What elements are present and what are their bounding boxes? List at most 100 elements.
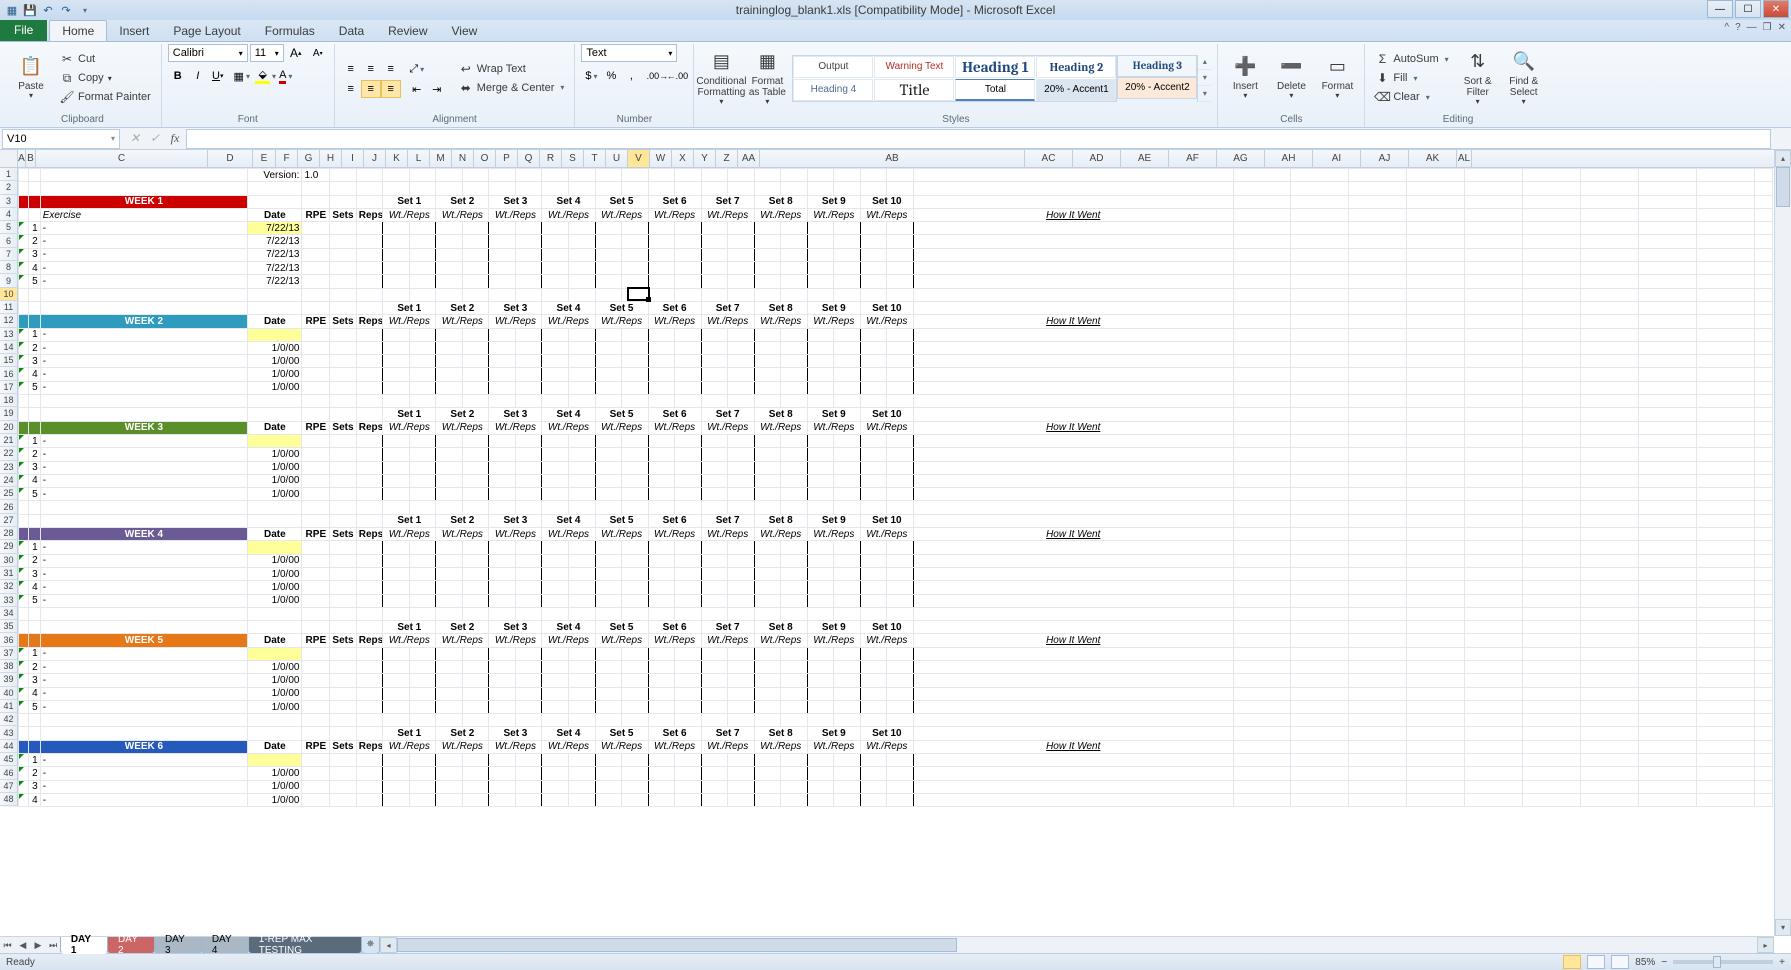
sheet-nav-last-icon[interactable]: ⏭ [46, 937, 61, 953]
row-header[interactable]: 25 [0, 487, 18, 500]
column-header[interactable]: AG [1217, 150, 1265, 167]
column-header[interactable]: AD [1073, 150, 1121, 167]
row-header[interactable]: 46 [0, 766, 18, 779]
find-select-button[interactable]: 🔍Find & Select▾ [1503, 48, 1545, 108]
tab-home[interactable]: Home [49, 20, 107, 41]
column-header[interactable]: C [36, 150, 208, 167]
scroll-up-icon[interactable]: ▴ [1775, 150, 1791, 167]
row-header[interactable]: 2 [0, 181, 18, 194]
clear-button[interactable]: ⌫Clear [1371, 88, 1452, 106]
zoom-percent[interactable]: 85% [1635, 957, 1655, 968]
row-header[interactable]: 36 [0, 633, 18, 646]
column-header[interactable]: V [628, 150, 650, 167]
accounting-format-button[interactable]: $ [581, 67, 601, 85]
style-accent2[interactable]: 20% - Accent2 [1117, 77, 1197, 99]
doc-minimize-icon[interactable]: — [1747, 22, 1757, 33]
grow-font-button[interactable]: A▴ [286, 44, 306, 62]
column-header[interactable]: B [26, 150, 36, 167]
style-warning-text[interactable]: Warning Text [874, 56, 954, 78]
column-header[interactable]: Z [716, 150, 738, 167]
sheet-nav-first-icon[interactable]: ⏮ [0, 937, 15, 953]
align-center-button[interactable]: ≡ [361, 80, 381, 98]
page-layout-view-button[interactable] [1587, 955, 1605, 969]
row-header[interactable]: 38 [0, 660, 18, 673]
style-heading-3[interactable]: Heading 3 [1117, 55, 1197, 77]
style-heading-4[interactable]: Heading 4 [793, 79, 873, 101]
column-header[interactable]: G [298, 150, 320, 167]
font-name-combo[interactable]: Calibri▾ [168, 44, 248, 62]
column-header[interactable]: T [584, 150, 606, 167]
sheet-tab[interactable]: DAY 1 [60, 937, 108, 954]
row-header[interactable]: 40 [0, 687, 18, 700]
row-header[interactable]: 10 [0, 288, 18, 301]
worksheet-grid[interactable]: ABCDEFGHIJKLMNOPQRSTUVWXYZAAABACADAEAFAG… [0, 150, 1791, 808]
name-box[interactable]: V10▾ [2, 129, 120, 149]
sheet-tab[interactable]: DAY 4 [201, 937, 249, 954]
column-header[interactable]: A [18, 150, 26, 167]
row-header[interactable]: 17 [0, 381, 18, 394]
style-output[interactable]: Output [793, 56, 873, 78]
row-header[interactable]: 29 [0, 540, 18, 553]
row-header[interactable]: 41 [0, 700, 18, 713]
tab-formulas[interactable]: Formulas [253, 21, 327, 41]
column-header[interactable]: AA [738, 150, 760, 167]
sheet-tab[interactable]: 1-REP MAX TESTING [248, 937, 362, 954]
scroll-left-icon[interactable]: ◂ [380, 937, 397, 953]
row-header[interactable]: 5 [0, 221, 18, 234]
row-header[interactable]: 31 [0, 567, 18, 580]
vertical-scrollbar[interactable]: ▴ ▾ [1774, 150, 1791, 936]
doc-restore-icon[interactable]: ❐ [1763, 22, 1772, 33]
row-header[interactable]: 13 [0, 328, 18, 341]
styles-down-icon[interactable]: ▾ [1198, 70, 1211, 86]
style-accent1[interactable]: 20% - Accent1 [1036, 79, 1116, 101]
zoom-knob[interactable] [1713, 956, 1721, 968]
sort-filter-button[interactable]: ⇅Sort & Filter▾ [1457, 48, 1499, 108]
sheet-tab[interactable]: DAY 2 [107, 937, 155, 954]
column-header[interactable]: P [496, 150, 518, 167]
font-color-button[interactable]: A [276, 67, 296, 85]
column-header[interactable]: AF [1169, 150, 1217, 167]
zoom-in-button[interactable]: + [1779, 957, 1785, 968]
column-header[interactable]: U [606, 150, 628, 167]
row-header[interactable]: 4 [0, 208, 18, 221]
row-header[interactable]: 7 [0, 248, 18, 261]
ribbon-minimize-icon[interactable]: ^ [1724, 22, 1729, 33]
column-header[interactable]: AB [760, 150, 1025, 167]
cells-area[interactable]: Version:1.0WEEK 1Set 1Set 2Set 3Set 4Set… [18, 168, 1791, 807]
row-header[interactable]: 44 [0, 740, 18, 753]
undo-icon[interactable]: ↶ [40, 2, 56, 18]
row-header[interactable]: 6 [0, 234, 18, 247]
sheet-nav-next-icon[interactable]: ▶ [30, 937, 45, 953]
row-header[interactable]: 28 [0, 527, 18, 540]
row-header[interactable]: 26 [0, 500, 18, 513]
column-header[interactable]: Q [518, 150, 540, 167]
wrap-text-button[interactable]: ↩Wrap Text [455, 60, 569, 78]
column-header[interactable]: AK [1409, 150, 1457, 167]
autosum-button[interactable]: ΣAutoSum [1371, 50, 1452, 68]
column-header[interactable]: Y [694, 150, 716, 167]
column-header[interactable]: L [408, 150, 430, 167]
decrease-indent-button[interactable]: ⇤ [407, 80, 427, 98]
row-header[interactable]: 24 [0, 474, 18, 487]
file-tab[interactable]: File [0, 19, 47, 41]
row-header[interactable]: 30 [0, 554, 18, 567]
formula-input[interactable] [186, 129, 1771, 149]
row-header[interactable]: 15 [0, 354, 18, 367]
hscroll-thumb[interactable] [397, 938, 957, 952]
comma-button[interactable]: , [621, 67, 641, 85]
row-header[interactable]: 1 [0, 168, 18, 181]
page-break-view-button[interactable] [1611, 955, 1629, 969]
minimize-button[interactable]: — [1707, 0, 1733, 18]
align-left-button[interactable]: ≡ [341, 80, 361, 98]
sheet-tab[interactable]: DAY 3 [154, 937, 202, 954]
select-all-corner[interactable] [0, 150, 18, 167]
column-header[interactable]: E [253, 150, 276, 167]
row-header[interactable]: 3 [0, 195, 18, 208]
column-header[interactable]: N [452, 150, 474, 167]
style-title[interactable]: Title [874, 79, 954, 101]
align-middle-button[interactable]: ≡ [361, 60, 381, 78]
column-header[interactable]: I [342, 150, 364, 167]
row-header[interactable]: 37 [0, 647, 18, 660]
fx-icon[interactable]: fx [166, 130, 184, 148]
column-header[interactable]: AH [1265, 150, 1313, 167]
